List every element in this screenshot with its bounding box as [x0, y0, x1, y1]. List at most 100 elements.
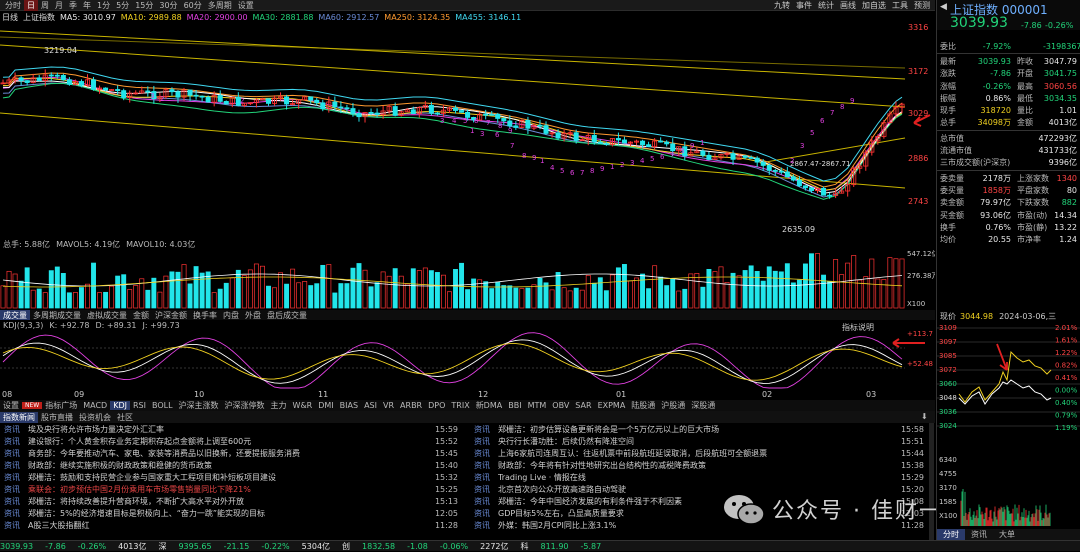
toolbar-action-2[interactable]: 统计 [815, 0, 837, 11]
news-tab-1[interactable]: 股市直播 [38, 412, 76, 423]
news-title[interactable]: 财政部：今年将有针对性地研究出台结构性的减税降费政策 [498, 460, 898, 471]
news-tab-2[interactable]: 投资机会 [76, 412, 114, 423]
news-title[interactable]: 埃及央行将允许市场力量决定外汇汇率 [28, 424, 432, 435]
indicator-tab-5[interactable]: RSI [130, 401, 149, 410]
indicator-tab-2[interactable]: 指标广场 [42, 400, 80, 411]
back-arrow-icon[interactable]: ◀ [940, 2, 947, 12]
intraday-tab-2[interactable]: 大单 [993, 529, 1021, 540]
news-panel-close-icon[interactable]: ⬇ [921, 412, 928, 421]
indicator-tab-23[interactable]: EXPMA [595, 401, 629, 410]
volume-tab-0[interactable]: 成交量 [0, 310, 30, 320]
news-item[interactable]: 资讯 郑栅洁：初步估算设备更新将会是一个5万亿元以上的巨大市场 15:58 [470, 423, 928, 435]
indicator-tab-1[interactable]: NEW [22, 402, 43, 409]
indicator-tab-16[interactable]: DPO [425, 401, 448, 410]
intraday-tab-0[interactable]: 分时 [937, 529, 965, 540]
intraday-tab-1[interactable]: 资讯 [965, 529, 993, 540]
volume-tab-1[interactable]: 多周期成交量 [30, 310, 84, 320]
indicator-tab-25[interactable]: 沪股通 [658, 400, 688, 411]
indicator-tab-11[interactable]: DMI [315, 401, 336, 410]
indicator-tab-9[interactable]: 主力 [268, 400, 290, 411]
news-item[interactable]: 资讯 乘联会：初步预估中国2月份乘用车市场零售销量同比下降21% 15:25 [0, 483, 462, 495]
indicator-tab-13[interactable]: ASI [361, 401, 380, 410]
news-title[interactable]: 郑栅洁：将持续改善提升营商环境，不断扩大高水平对外开放 [28, 496, 432, 507]
volume-chart[interactable]: 547.12亿 276.38万 X100 [0, 250, 935, 310]
news-item[interactable]: 资讯 央行行长潘功胜：后续仍然有降准空间 15:51 [470, 435, 928, 447]
indicator-tab-19[interactable]: BBI [505, 401, 524, 410]
news-item[interactable]: 资讯 商务部：今年要推动汽车、家电、家装等消费品以旧换新，还要提振服务消费 15:4… [0, 447, 462, 459]
candle-body [483, 113, 489, 116]
period-tab-1[interactable]: 日 [24, 0, 38, 11]
news-title[interactable]: 郑栅洁：初步估算设备更新将会是一个5万亿元以上的巨大市场 [498, 424, 898, 435]
indicator-tab-26[interactable]: 深股通 [688, 400, 718, 411]
period-tab-6[interactable]: 1分 [94, 0, 113, 11]
toolbar-action-1[interactable]: 事件 [793, 0, 815, 11]
indicator-tab-20[interactable]: MTM [525, 401, 550, 410]
news-title[interactable]: A股三大股指翻红 [28, 520, 432, 531]
indicator-tab-22[interactable]: SAR [572, 401, 594, 410]
volume-tab-6[interactable]: 内盘 [220, 310, 242, 320]
intraday-chart[interactable]: 3109 3097 3085 3072 3060 3048 3036 3024 2.01% 1.6… [937, 322, 1080, 529]
volume-tab-3[interactable]: 金额 [130, 310, 152, 320]
news-title[interactable]: 上海6家航司连周互认：往返机票中前段航班延误取消，后段航班可全额退票 [498, 448, 898, 459]
period-tab-8[interactable]: 15分 [132, 0, 156, 11]
volume-tab-2[interactable]: 虚拟成交量 [84, 310, 130, 320]
news-item[interactable]: 资讯 A股三大股指翻红 11:28 [0, 519, 462, 531]
volume-tab-5[interactable]: 换手率 [190, 310, 220, 320]
volume-tab-4[interactable]: 沪深金额 [152, 310, 190, 320]
toolbar-action-6[interactable]: 预测 [911, 0, 933, 11]
news-title[interactable]: Trading Live · 情报在线 [498, 472, 898, 483]
news-title[interactable]: 郑栅洁：5%的经济增速目标是积极向上、“奋力一跳”能实现的目标 [28, 508, 432, 519]
toolbar-action-3[interactable]: 画线 [837, 0, 859, 11]
indicator-tab-24[interactable]: 陆股通 [628, 400, 658, 411]
period-tab-11[interactable]: 多周期 [205, 0, 235, 11]
news-item[interactable]: 资讯 建设银行：个人黄金积存业务定期积存起点金额将上调至600元 15:52 [0, 435, 462, 447]
news-item[interactable]: 资讯 埃及央行将允许市场力量决定外汇汇率 15:59 [0, 423, 462, 435]
toolbar-action-4[interactable]: 加自选 [859, 0, 889, 11]
news-title[interactable]: 财政部：继续实施积极的财政政策和稳健的货币政策 [28, 460, 432, 471]
news-tab-3[interactable]: 社区 [114, 412, 136, 423]
period-tab-10[interactable]: 60分 [181, 0, 205, 11]
kdj-chart[interactable]: +113.7 +52.48 [0, 330, 935, 390]
period-tab-9[interactable]: 30分 [156, 0, 180, 11]
indicator-tab-21[interactable]: OBV [549, 401, 572, 410]
indicator-tab-6[interactable]: BOLL [149, 401, 176, 410]
period-tab-5[interactable]: 年 [80, 0, 94, 11]
toolbar-action-5[interactable]: 工具 [889, 0, 911, 11]
indicator-tab-7[interactable]: 沪深主涨数 [176, 400, 222, 411]
news-tab-0[interactable]: 指数新闻 [0, 411, 38, 423]
news-title[interactable]: 乘联会：初步预估中国2月份乘用车市场零售销量同比下降21% [28, 484, 432, 495]
period-tab-4[interactable]: 季 [66, 0, 80, 11]
indicator-tab-10[interactable]: W&R [290, 401, 316, 410]
news-item[interactable]: 资讯 郑栅洁：将持续改善提升营商环境，不断扩大高水平对外开放 15:13 [0, 495, 462, 507]
news-item[interactable]: 资讯 Trading Live · 情报在线 15:29 [470, 471, 928, 483]
indicator-tab-4[interactable]: KDJ [110, 401, 130, 410]
news-item[interactable]: 资讯 郑栅洁：5%的经济增速目标是积极向上、“奋力一跳”能实现的目标 12:05 [0, 507, 462, 519]
news-title[interactable]: 商务部：今年要推动汽车、家电、家装等消费品以旧换新，还要提振服务消费 [28, 448, 432, 459]
period-tab-3[interactable]: 月 [52, 0, 66, 11]
period-tab-2[interactable]: 周 [38, 0, 52, 11]
news-title[interactable]: 建设银行：个人黄金积存业务定期积存起点金额将上调至600元 [28, 436, 432, 447]
volume-tab-7[interactable]: 外盘 [242, 310, 264, 320]
candlestick-chart[interactable]: 3219.042635.092867.47-2867.713 2 23 4 5 6 7 891… [0, 23, 935, 239]
news-item[interactable]: 资讯 财政部：今年将有针对性地研究出台结构性的减税降费政策 15:38 [470, 459, 928, 471]
volume-tab-8[interactable]: 盘后成交量 [264, 310, 310, 320]
indicator-tab-14[interactable]: VR [380, 401, 397, 410]
indicator-tab-0[interactable]: 设置 [0, 400, 22, 411]
news-item[interactable]: 资讯 财政部：继续实施积极的财政政策和稳健的货币政策 15:40 [0, 459, 462, 471]
news-title[interactable]: 央行行长潘功胜：后续仍然有降准空间 [498, 436, 898, 447]
news-item[interactable]: 资讯 上海6家航司连周互认：往返机票中前段航班延误取消，后段航班可全额退票 15:4… [470, 447, 928, 459]
indicator-tab-8[interactable]: 沪深涨停数 [222, 400, 268, 411]
news-item[interactable]: 资讯 郑栅洁：鼓励和支持民营企业参与国家重大工程项目和补短板项目建设 15:32 [0, 471, 462, 483]
period-tab-7[interactable]: 5分 [113, 0, 132, 11]
indicator-tab-15[interactable]: ARBR [397, 401, 425, 410]
candle-body [103, 87, 109, 91]
period-tab-12[interactable]: 设置 [235, 0, 257, 11]
indicator-tab-17[interactable]: TRIX [448, 401, 472, 410]
indicator-tab-12[interactable]: BIAS [337, 401, 361, 410]
period-tab-0[interactable]: 分时 [2, 0, 24, 11]
indicator-tab-3[interactable]: MACD [80, 401, 110, 410]
news-title[interactable]: 郑栅洁：鼓励和支持民营企业参与国家重大工程项目和补短板项目建设 [28, 472, 432, 483]
toolbar-action-0[interactable]: 九转 [771, 0, 793, 11]
indicator-tab-18[interactable]: 新DMA [473, 400, 506, 411]
candle-body [368, 112, 374, 114]
